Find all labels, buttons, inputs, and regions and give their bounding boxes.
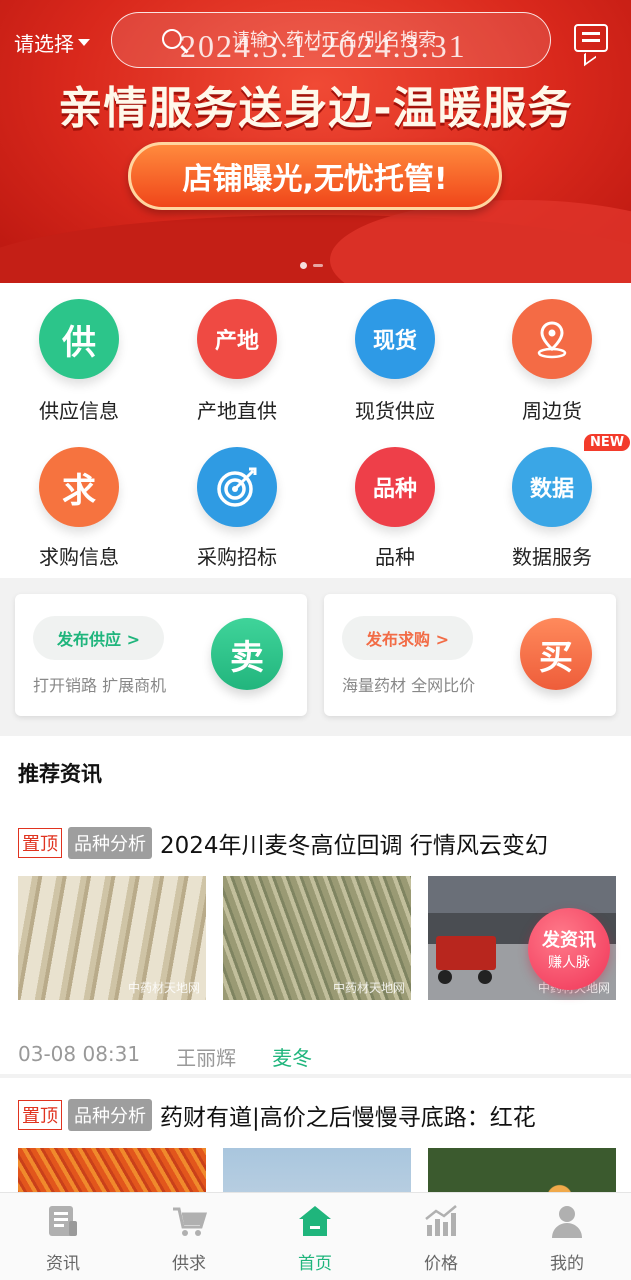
divider — [0, 1074, 631, 1078]
spot-goods-cart-icon: 现货 — [355, 299, 435, 379]
category-tag: 品种分析 — [68, 1099, 152, 1131]
message-icon[interactable] — [574, 24, 608, 52]
watermark: 中药材天地网 — [127, 981, 200, 995]
cart-icon — [173, 1207, 207, 1236]
article-title: 2024年川麦冬高位回调 行情风云变幻 — [160, 833, 548, 859]
watermark: 中药材天地网 — [332, 981, 405, 995]
tab-price[interactable]: 价格 — [378, 1193, 504, 1280]
news-icon — [49, 1206, 77, 1236]
search-icon — [162, 29, 182, 49]
bottom-tab-bar: 资讯 供求 首页 价格 我的 — [0, 1192, 631, 1280]
article-title: 药财有道|高价之后慢慢寻底路：红花 — [160, 1105, 536, 1131]
supply-icon: 供 — [39, 299, 119, 379]
tab-news[interactable]: 资讯 — [0, 1193, 126, 1280]
buy-icon: 买 — [520, 618, 592, 690]
category-origin-supply[interactable]: 产地 产地直供 — [158, 299, 316, 439]
carousel-indicator — [300, 262, 323, 269]
location-selector[interactable]: 请选择 — [14, 28, 90, 57]
origin-map-icon: 产地 — [197, 299, 277, 379]
new-badge: NEW — [584, 434, 631, 451]
variety-icon: 品种 — [355, 447, 435, 527]
category-variety[interactable]: 品种 品种 — [316, 447, 474, 587]
category-tag: 品种分析 — [68, 827, 152, 859]
location-label: 请选择 — [14, 32, 74, 56]
category-grid: 供 供应信息 产地 产地直供 现货 现货供应 周边货 求 求购信息 采购招标 品… — [0, 283, 631, 578]
category-label: 求购信息 — [39, 545, 119, 569]
tab-label: 供求 — [172, 1254, 206, 1274]
category-label: 数据服务 — [512, 545, 592, 569]
search-input[interactable] — [232, 27, 532, 53]
publish-supply-card[interactable]: 发布供应 > 打开销路 扩展商机 卖 — [15, 594, 307, 716]
publish-demand-card[interactable]: 发布求购 > 海量药材 全网比价 买 — [324, 594, 616, 716]
fab-line1: 发资讯 — [542, 930, 596, 951]
tab-supply-demand[interactable]: 供求 — [126, 1193, 252, 1280]
caret-down-icon — [78, 39, 90, 46]
tab-label: 首页 — [298, 1254, 332, 1274]
category-spot-goods[interactable]: 现货 现货供应 — [316, 299, 474, 439]
tab-profile[interactable]: 我的 — [504, 1193, 630, 1280]
category-label: 周边货 — [522, 399, 582, 423]
publish-supply-button[interactable]: 发布供应 > — [33, 616, 164, 660]
pinned-tag: 置顶 — [18, 828, 62, 858]
article-image: 中药材天地网 — [223, 876, 411, 1000]
category-label: 现货供应 — [355, 399, 435, 423]
search-bar[interactable] — [111, 12, 551, 68]
banner-headline: 亲情服务送身边-温暖服务 — [58, 83, 573, 134]
target-icon — [197, 447, 277, 527]
category-tender[interactable]: 采购招标 — [158, 447, 316, 587]
banner-cta-button[interactable]: 店铺曝光,无忧托管! — [128, 142, 502, 210]
user-icon — [552, 1206, 582, 1238]
article-thumbnails: 中药材天地网 中药材天地网 中药材天地网 — [18, 876, 616, 1000]
article-header: 置顶 品种分析 2024年川麦冬高位回调 行情风云变幻 — [18, 826, 548, 860]
article-header: 置顶 品种分析 药财有道|高价之后慢慢寻底路：红花 — [18, 1098, 536, 1132]
category-supply-info[interactable]: 供 供应信息 — [0, 299, 158, 439]
chart-icon — [425, 1205, 457, 1236]
tab-label: 价格 — [424, 1254, 458, 1274]
article-date: 03-08 08:31 — [18, 1042, 141, 1066]
post-news-fab[interactable]: 发资讯 赚人脉 — [528, 908, 610, 990]
article-meta: 03-08 08:31 王丽辉 麦冬 — [18, 1042, 312, 1071]
publish-demand-subtitle: 海量药材 全网比价 — [342, 676, 476, 695]
category-data-service[interactable]: 数据 数据服务 — [473, 447, 631, 587]
fab-line2: 赚人脉 — [548, 955, 590, 971]
data-cloud-icon: 数据 — [512, 447, 592, 527]
article-image: 中药材天地网 — [18, 876, 206, 1000]
category-nearby-goods[interactable]: 周边货 — [473, 299, 631, 439]
category-label: 供应信息 — [39, 399, 119, 423]
sell-icon: 卖 — [211, 618, 283, 690]
publish-section: 发布供应 > 打开销路 扩展商机 卖 发布求购 > 海量药材 全网比价 买 — [0, 578, 631, 736]
publish-supply-subtitle: 打开销路 扩展商机 — [33, 676, 167, 695]
category-label: 品种 — [375, 545, 415, 569]
publish-demand-button[interactable]: 发布求购 > — [342, 616, 473, 660]
tab-home[interactable]: 首页 — [252, 1193, 378, 1280]
category-label: 采购招标 — [197, 545, 277, 569]
home-icon — [299, 1206, 331, 1236]
article-keyword[interactable]: 麦冬 — [272, 1042, 312, 1071]
category-purchase-info[interactable]: 求 求购信息 — [0, 447, 158, 587]
article-author: 王丽辉 — [176, 1046, 237, 1070]
demand-icon: 求 — [39, 447, 119, 527]
location-pin-icon — [512, 299, 592, 379]
pinned-tag: 置顶 — [18, 1100, 62, 1130]
tab-label: 我的 — [550, 1254, 584, 1274]
banner-cta-label: 店铺曝光,无忧托管! — [182, 162, 448, 197]
category-label: 产地直供 — [197, 399, 277, 423]
banner-wave — [330, 200, 631, 283]
section-title: 推荐资讯 — [18, 762, 102, 786]
tab-label: 资讯 — [46, 1254, 80, 1274]
